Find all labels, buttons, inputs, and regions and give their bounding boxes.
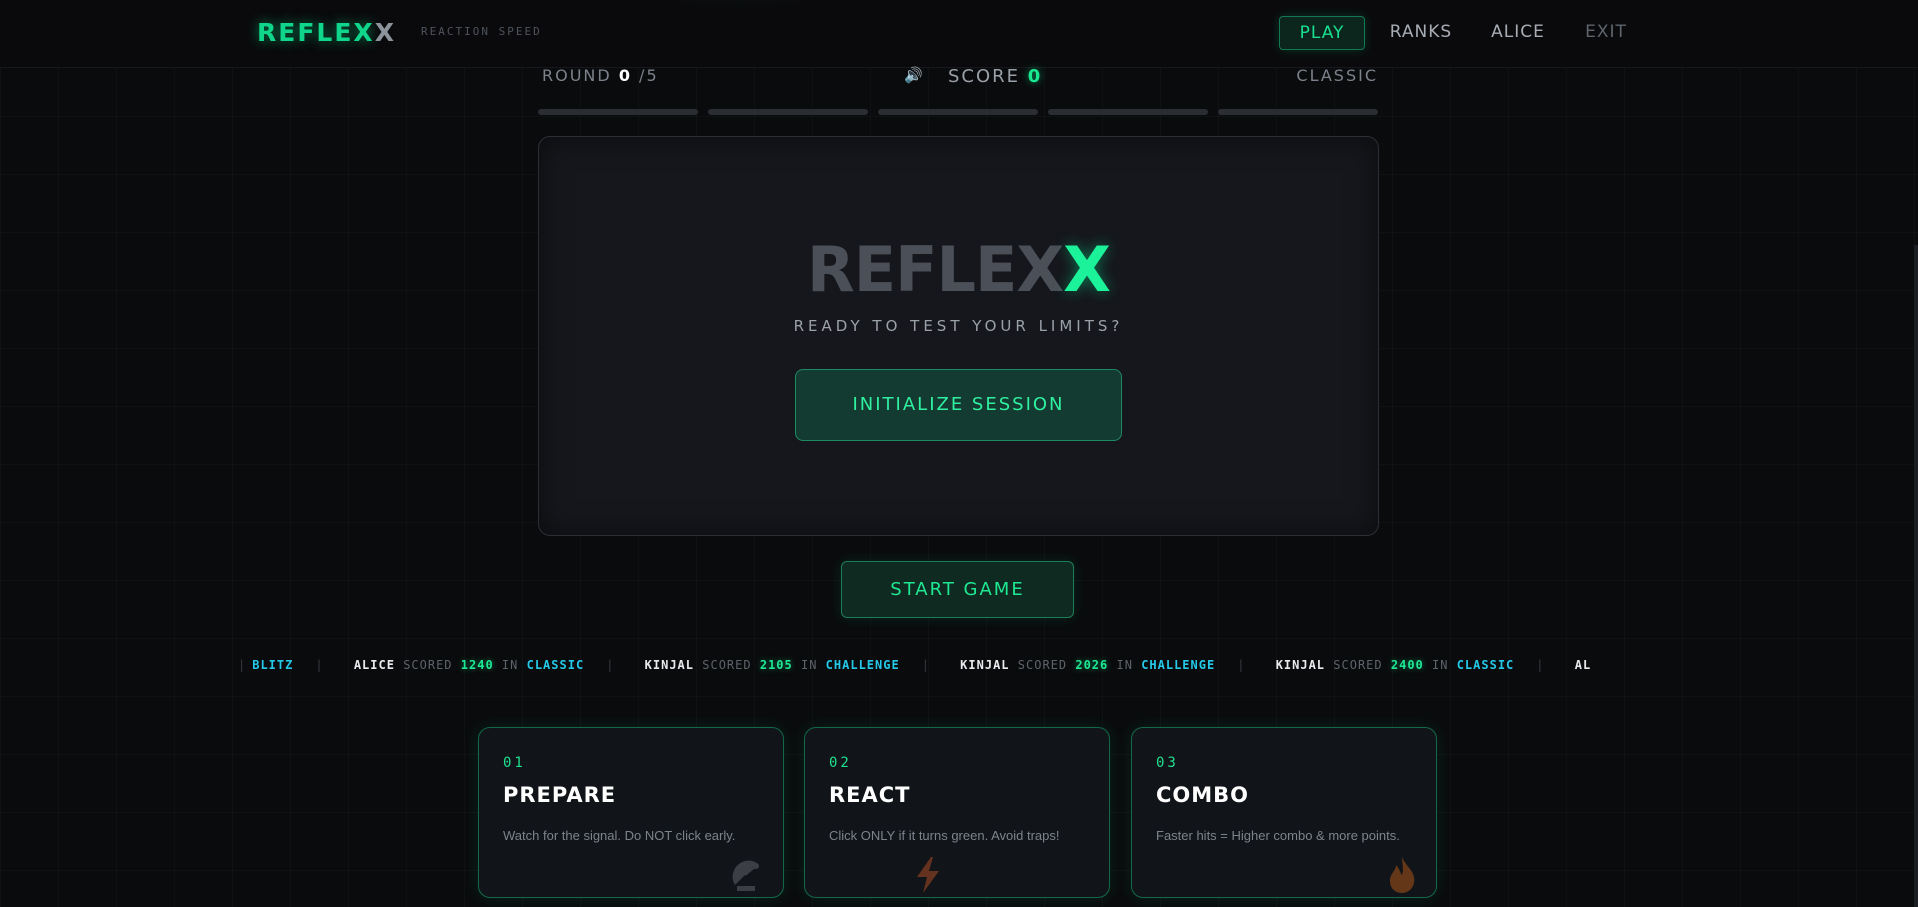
ticker-player: ALICE bbox=[353, 658, 395, 672]
round-progress bbox=[538, 109, 1378, 115]
step-card-react: 02 REACT Click ONLY if it turns green. A… bbox=[804, 727, 1110, 898]
ticker-in-word: IN bbox=[501, 658, 519, 672]
ticker-item: KINJAL SCORED 2026 IN CHALLENGE bbox=[960, 658, 1215, 672]
ticker-player: KINJAL bbox=[960, 658, 1010, 672]
nav-exit[interactable]: EXIT bbox=[1576, 16, 1636, 48]
ticker-separator: | bbox=[921, 658, 930, 672]
ticker-separator: | bbox=[606, 658, 615, 672]
ticker-mode: CLASSIC bbox=[1456, 658, 1515, 672]
step-card-prepare: 01 PREPARE Watch for the signal. Do NOT … bbox=[478, 727, 784, 898]
ticker-scored-word: SCORED bbox=[403, 658, 453, 672]
ticker-in-word: IN bbox=[1432, 658, 1449, 672]
ticker-mode: CHALLENGE bbox=[1141, 658, 1216, 672]
card-title: COMBO bbox=[1156, 783, 1250, 807]
ticker-scored-word: SCORED bbox=[1017, 658, 1068, 672]
progress-segment bbox=[1218, 109, 1378, 115]
satellite-dish-icon bbox=[732, 860, 759, 891]
ticker-separator: | bbox=[1536, 658, 1545, 672]
ticker-in-word: IN bbox=[800, 658, 818, 672]
panel-logo-text: REFLEX bbox=[807, 233, 1064, 306]
ticker-separator: | bbox=[315, 658, 324, 672]
ticker-separator: | bbox=[1237, 658, 1246, 672]
ticker-score: 1240 bbox=[460, 658, 494, 672]
scrollbar[interactable] bbox=[1914, 245, 1918, 907]
flame-icon bbox=[1390, 857, 1415, 893]
ticker-score: 2400 bbox=[1390, 658, 1424, 672]
ticker-scored-word: SCORED bbox=[702, 658, 752, 672]
ticker-track: | BLITZ | ALICE SCORED 1240 IN CLASSIC | K… bbox=[238, 658, 1591, 672]
brand-logo[interactable]: REFLEXX bbox=[257, 18, 396, 47]
step-card-combo: 03 COMBO Faster hits = Higher combo & mo… bbox=[1131, 727, 1437, 898]
ticker-mode: CHALLENGE bbox=[825, 658, 900, 672]
score-value: 0 bbox=[1027, 66, 1043, 87]
ticker-in-word: IN bbox=[1116, 658, 1133, 672]
panel-logo: REFLEXX bbox=[539, 233, 1378, 306]
card-description: Click ONLY if it turns green. Avoid trap… bbox=[829, 828, 1060, 843]
panel-logo-x: X bbox=[1063, 233, 1111, 306]
ticker-separator: | bbox=[238, 658, 247, 672]
ready-prompt: READY TO TEST YOUR LIMITS? bbox=[793, 317, 1124, 335]
card-description: Faster hits = Higher combo & more points… bbox=[1156, 828, 1400, 843]
ticker-mode: BLITZ bbox=[252, 658, 294, 672]
game-status-bar: ROUND 0 /5 🔊 SCORE 0 CLASSIC bbox=[538, 62, 1378, 90]
lightning-icon bbox=[917, 857, 939, 893]
progress-segment bbox=[708, 109, 868, 115]
card-number: 02 bbox=[829, 755, 852, 771]
round-indicator: ROUND 0 /5 bbox=[542, 66, 659, 85]
ticker-score: 2105 bbox=[759, 658, 793, 672]
ticker-item: ALICE SCORED 1240 IN CLASSIC bbox=[354, 658, 584, 672]
game-panel[interactable]: REFLEXX READY TO TEST YOUR LIMITS? INITI… bbox=[538, 136, 1379, 536]
card-number: 03 bbox=[1156, 755, 1179, 771]
score-label: SCORE bbox=[948, 66, 1021, 87]
speaker-icon[interactable]: 🔊 bbox=[904, 66, 925, 84]
card-description: Watch for the signal. Do NOT click early… bbox=[503, 828, 736, 843]
nav-user-alice[interactable]: ALICE bbox=[1483, 16, 1553, 48]
ticker-player: KINJAL bbox=[644, 658, 695, 672]
logo-x: X bbox=[374, 18, 396, 47]
brand-tagline: REACTION SPEED bbox=[421, 25, 542, 38]
logo-text: REFLEX bbox=[257, 18, 375, 47]
nav-ranks[interactable]: RANKS bbox=[1379, 16, 1463, 48]
card-number: 01 bbox=[503, 755, 526, 771]
card-title: REACT bbox=[829, 783, 911, 807]
card-title: PREPARE bbox=[503, 783, 617, 807]
ticker-player: KINJAL bbox=[1275, 658, 1326, 672]
ticker-mode: CLASSIC bbox=[526, 658, 585, 672]
score-indicator: SCORE 0 bbox=[948, 66, 1042, 87]
initialize-session-button[interactable]: INITIALIZE SESSION bbox=[795, 369, 1122, 441]
start-game-button[interactable]: START GAME bbox=[841, 561, 1074, 618]
game-mode-label: CLASSIC bbox=[1296, 66, 1378, 85]
round-current: 0 bbox=[618, 66, 632, 85]
nav-play[interactable]: PLAY bbox=[1279, 16, 1365, 50]
round-label: ROUND bbox=[542, 66, 612, 85]
ticker-score: 2026 bbox=[1075, 658, 1109, 672]
ticker-player: AL bbox=[1574, 658, 1592, 672]
top-header: REFLEXX REACTION SPEED PLAY RANKS ALICE … bbox=[0, 0, 1918, 68]
round-total: /5 bbox=[639, 66, 659, 85]
ticker-item: KINJAL SCORED 2105 IN CHALLENGE bbox=[645, 658, 900, 672]
progress-segment bbox=[878, 109, 1038, 115]
ticker-item: KINJAL SCORED 2400 IN CLASSIC bbox=[1276, 658, 1515, 672]
progress-segment bbox=[1048, 109, 1208, 115]
ticker-scored-word: SCORED bbox=[1333, 658, 1383, 672]
score-ticker: | BLITZ | ALICE SCORED 1240 IN CLASSIC | K… bbox=[238, 651, 1680, 681]
progress-segment bbox=[538, 109, 698, 115]
